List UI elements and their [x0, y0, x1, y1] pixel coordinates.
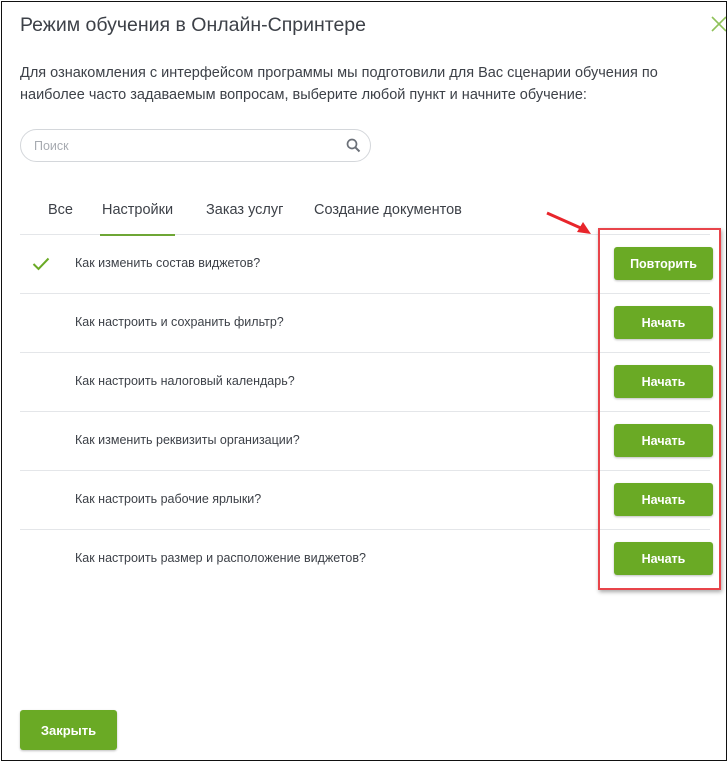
checkmark-icon [32, 257, 50, 271]
scenario-question: Как настроить размер и расположение видж… [75, 551, 366, 565]
category-tabs: Все Настройки Заказ услуг Создание докум… [20, 190, 710, 236]
close-button[interactable]: Закрыть [20, 710, 117, 750]
scenario-question: Как настроить налоговый календарь? [75, 374, 295, 388]
close-x-icon[interactable] [704, 12, 726, 34]
scenario-question: Как настроить и сохранить фильтр? [75, 315, 284, 329]
tab-settings[interactable]: Настройки [99, 202, 176, 236]
tab-documents[interactable]: Создание документов [314, 202, 462, 235]
repeat-button[interactable]: Повторить [614, 247, 713, 280]
search-input[interactable] [34, 137, 334, 155]
search-icon[interactable] [346, 138, 361, 153]
intro-text: Для ознакомления с интерфейсом программы… [20, 65, 658, 103]
search-box [20, 129, 371, 162]
scenario-row: Как настроить размер и расположение видж… [20, 530, 713, 589]
dialog-title: Режим обучения в Онлайн-Спринтере [20, 14, 367, 36]
start-button[interactable]: Начать [614, 424, 713, 457]
scenario-row: Как настроить налоговый календарь? Начат… [20, 353, 713, 412]
start-button[interactable]: Начать [614, 365, 713, 398]
scenario-question: Как изменить реквизиты организации? [75, 433, 300, 447]
scenario-row: Как настроить рабочие ярлыки? Начать [20, 471, 713, 530]
training-dialog: Режим обучения в Онлайн-Спринтере Для оз… [1, 1, 727, 761]
scenario-row: Как настроить и сохранить фильтр? Начать [20, 294, 713, 353]
tab-services[interactable]: Заказ услуг [206, 202, 283, 235]
scenario-row: Как изменить состав виджетов? Повторить [20, 235, 713, 294]
annotation-arrow-icon [546, 211, 591, 234]
start-button[interactable]: Начать [614, 542, 713, 575]
start-button[interactable]: Начать [614, 306, 713, 339]
scenario-row: Как изменить реквизиты организации? Нача… [20, 412, 713, 471]
start-button[interactable]: Начать [614, 483, 713, 516]
scenario-question: Как настроить рабочие ярлыки? [75, 492, 262, 506]
tab-all[interactable]: Все [48, 202, 73, 235]
scenario-question: Как изменить состав виджетов? [75, 256, 261, 270]
